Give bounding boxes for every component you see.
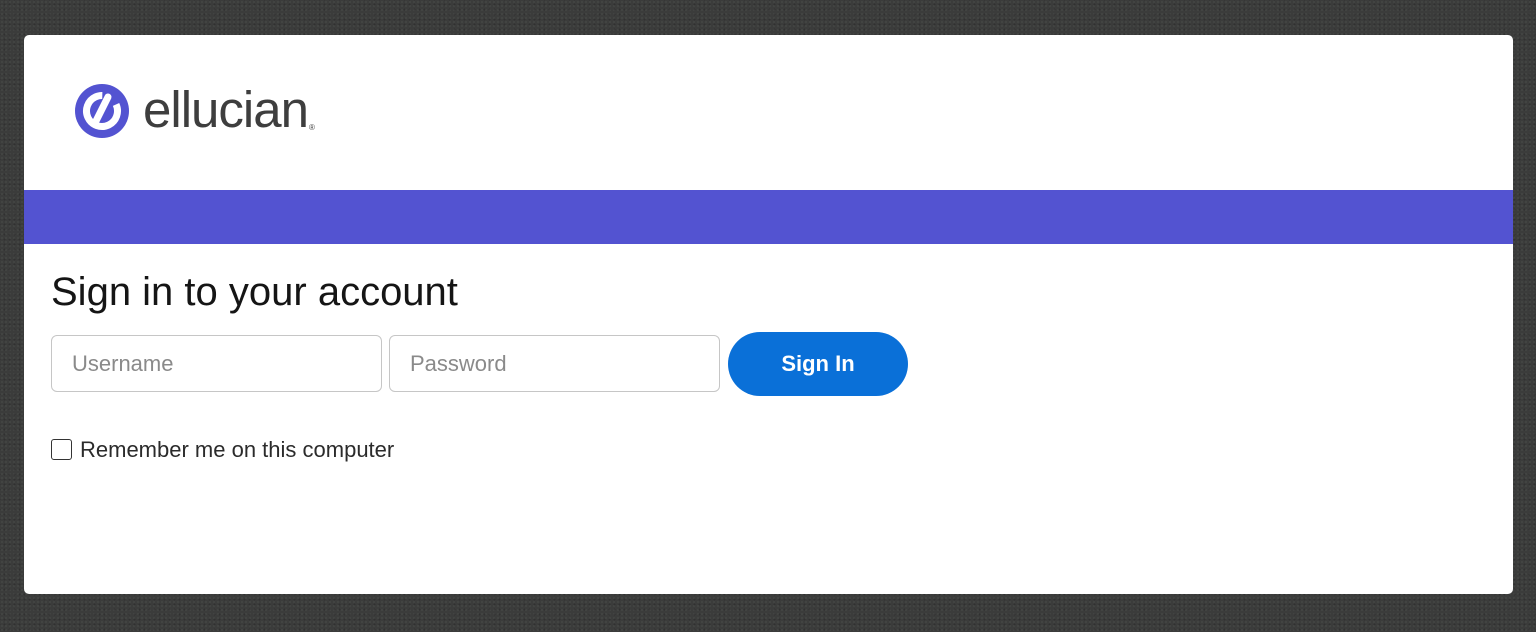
username-input[interactable]: [51, 335, 382, 392]
remember-me-label: Remember me on this computer: [80, 437, 395, 462]
remember-me-checkbox[interactable]: [51, 438, 72, 460]
brand-bar: [24, 190, 1513, 244]
ellucian-logo-icon: [75, 84, 129, 138]
page-title: Sign in to your account: [51, 270, 458, 314]
sign-in-button[interactable]: Sign In: [728, 332, 908, 396]
header: ellucian ®: [24, 35, 1513, 190]
password-input[interactable]: [389, 335, 720, 392]
logo-wordmark: ellucian: [143, 80, 309, 138]
ellucian-logo: ellucian ®: [75, 84, 315, 138]
remember-me[interactable]: Remember me on this computer: [51, 435, 394, 463]
login-card: ellucian ® Sign in to your account Sign …: [24, 35, 1513, 594]
logo-trademark: ®: [308, 123, 315, 132]
